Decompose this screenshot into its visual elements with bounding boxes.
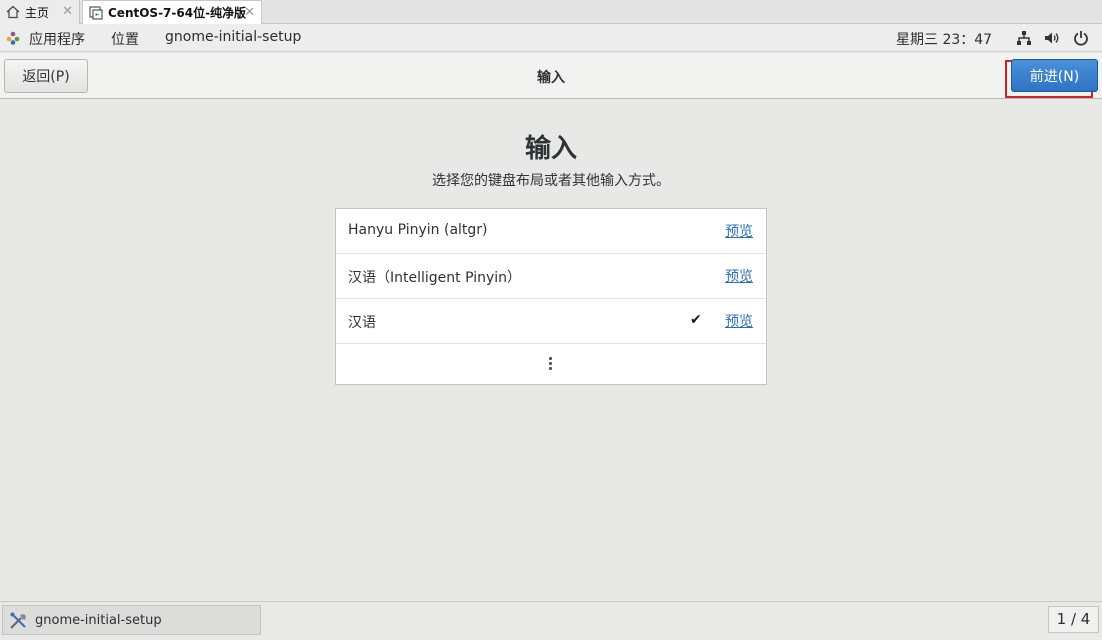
- input-source-list: Hanyu Pinyin (altgr) 预览 汉语（Intelligent P…: [335, 208, 767, 385]
- input-source-name: Hanyu Pinyin (altgr): [348, 222, 488, 238]
- app-menu[interactable]: gnome-initial-setup: [165, 29, 301, 45]
- preview-link[interactable]: 预览: [725, 266, 753, 286]
- input-source-row[interactable]: Hanyu Pinyin (altgr) 预览: [336, 209, 766, 254]
- setup-tools-icon: [10, 612, 26, 629]
- preview-link[interactable]: 预览: [725, 311, 753, 331]
- applications-icon: [6, 31, 20, 45]
- taskbar-item-label: gnome-initial-setup: [35, 613, 162, 628]
- vm-icon: [89, 5, 103, 20]
- tab-vm-close-icon[interactable]: ✕: [244, 5, 255, 20]
- tab-vm-label: CentOS-7-64位-纯净版: [108, 6, 247, 20]
- page-subtitle: 选择您的键盘布局或者其他输入方式。: [432, 173, 670, 189]
- header-title: 输入: [537, 70, 565, 86]
- workspace-pager[interactable]: 1 / 4: [1048, 606, 1099, 633]
- page-title: 输入: [524, 134, 577, 164]
- next-button[interactable]: 前进(N): [1011, 59, 1098, 92]
- checkmark-icon: ✔: [690, 312, 702, 328]
- tab-vm[interactable]: CentOS-7-64位-纯净版 ✕: [82, 0, 262, 24]
- power-icon[interactable]: [1073, 30, 1089, 46]
- volume-icon[interactable]: [1044, 30, 1060, 46]
- tab-home[interactable]: 主页 ✕: [0, 0, 80, 24]
- applications-menu[interactable]: 应用程序: [29, 29, 85, 49]
- preview-link[interactable]: 预览: [725, 221, 753, 241]
- more-inputs-button[interactable]: [336, 344, 766, 384]
- bottom-taskbar: gnome-initial-setup 1 / 4: [0, 601, 1102, 640]
- tab-home-label: 主页: [25, 5, 50, 20]
- header-bar: 返回(P) 输入: [0, 53, 1102, 99]
- home-icon: [6, 5, 20, 19]
- network-icon[interactable]: [1016, 30, 1032, 46]
- clock[interactable]: 星期三 23：47: [896, 29, 992, 49]
- places-menu[interactable]: 位置: [111, 29, 139, 49]
- input-source-name: 汉语: [348, 315, 376, 331]
- input-source-name: 汉语（Intelligent Pinyin）: [348, 270, 522, 286]
- input-source-row[interactable]: 汉语（Intelligent Pinyin） 预览: [336, 254, 766, 299]
- tab-home-close-icon[interactable]: ✕: [62, 4, 73, 19]
- vm-tab-strip: 主页 ✕ CentOS-7-64位-纯净版 ✕: [0, 0, 1102, 24]
- gnome-top-bar: 应用程序 位置 gnome-initial-setup 星期三 23：47: [0, 24, 1102, 52]
- taskbar-item[interactable]: gnome-initial-setup: [2, 605, 261, 635]
- more-vertical-icon: [549, 357, 553, 372]
- input-source-row-selected[interactable]: 汉语 ✔ 预览: [336, 299, 766, 344]
